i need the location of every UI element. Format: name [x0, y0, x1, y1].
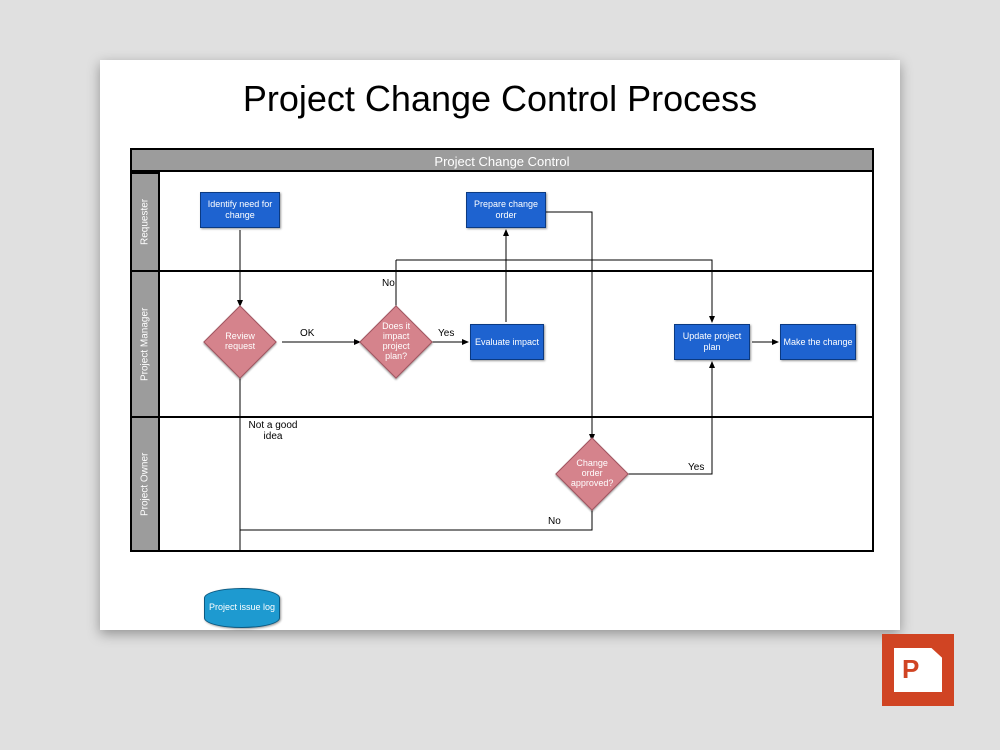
lane-divider-1 — [160, 270, 872, 272]
powerpoint-icon-letter: P — [902, 654, 919, 685]
node-approved-question: Change order approved? — [555, 437, 629, 511]
edge-label-no: No — [382, 278, 395, 289]
node-approved-question-text: Change order approved? — [567, 459, 617, 489]
node-impact-question: Does it impact project plan? — [359, 305, 433, 379]
node-review-request-text: Review request — [215, 332, 265, 352]
swimlane-table: Project Change Control Requester Project… — [130, 148, 874, 552]
lane-divider-2 — [160, 416, 872, 418]
node-identify-need: Identify need for change — [200, 192, 280, 228]
edge-label-yes: Yes — [438, 328, 454, 339]
node-review-request: Review request — [203, 305, 277, 379]
slide-page: Project Change Control Process Project C… — [100, 60, 900, 630]
node-issue-log: Project issue log — [204, 588, 280, 628]
lane-label-pm: Project Manager — [130, 270, 160, 418]
table-header: Project Change Control — [130, 148, 874, 172]
node-update-plan: Update project plan — [674, 324, 750, 360]
edge-label-no2: No — [548, 516, 561, 527]
node-make-change: Make the change — [780, 324, 856, 360]
lane-label-owner: Project Owner — [130, 416, 160, 552]
lane-label-requester: Requester — [130, 172, 160, 272]
node-impact-question-text: Does it impact project plan? — [371, 322, 421, 362]
edge-label-not-good: Not a good idea — [248, 420, 298, 442]
powerpoint-icon-page: P — [894, 648, 942, 692]
slide-title: Project Change Control Process — [100, 78, 900, 120]
edge-label-ok: OK — [300, 328, 314, 339]
edge-label-yes2: Yes — [688, 462, 704, 473]
node-prepare-change-order: Prepare change order — [466, 192, 546, 228]
node-evaluate-impact: Evaluate impact — [470, 324, 544, 360]
powerpoint-icon: P — [882, 634, 954, 706]
